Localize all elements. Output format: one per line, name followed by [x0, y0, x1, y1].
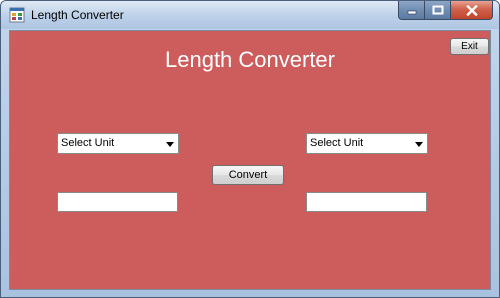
- output-value-field[interactable]: [306, 192, 427, 212]
- from-unit-selected: Select Unit: [61, 137, 115, 149]
- app-window: Length Converter Length Converter Exit S…: [0, 0, 500, 298]
- close-icon: [465, 4, 478, 16]
- minimize-button[interactable]: [398, 1, 424, 20]
- input-value-field[interactable]: [57, 192, 178, 212]
- form-client-area: Length Converter Exit Select Unit Select…: [9, 30, 491, 290]
- close-button[interactable]: [450, 1, 493, 20]
- window-controls: [398, 1, 493, 21]
- title-bar[interactable]: Length Converter: [1, 1, 499, 29]
- from-unit-select[interactable]: Select Unit: [57, 133, 179, 154]
- chevron-down-icon: [415, 142, 423, 147]
- to-unit-selected: Select Unit: [310, 137, 364, 149]
- app-icon[interactable]: [9, 7, 25, 23]
- exit-button[interactable]: Exit: [450, 38, 489, 55]
- maximize-icon: [432, 5, 443, 15]
- chevron-down-icon: [166, 142, 174, 147]
- to-unit-select[interactable]: Select Unit: [306, 133, 428, 154]
- maximize-button[interactable]: [424, 1, 450, 20]
- minimize-icon: [407, 10, 416, 15]
- page-title: Length Converter: [165, 47, 335, 72]
- window-title: Length Converter: [31, 8, 124, 22]
- convert-button[interactable]: Convert: [212, 165, 284, 185]
